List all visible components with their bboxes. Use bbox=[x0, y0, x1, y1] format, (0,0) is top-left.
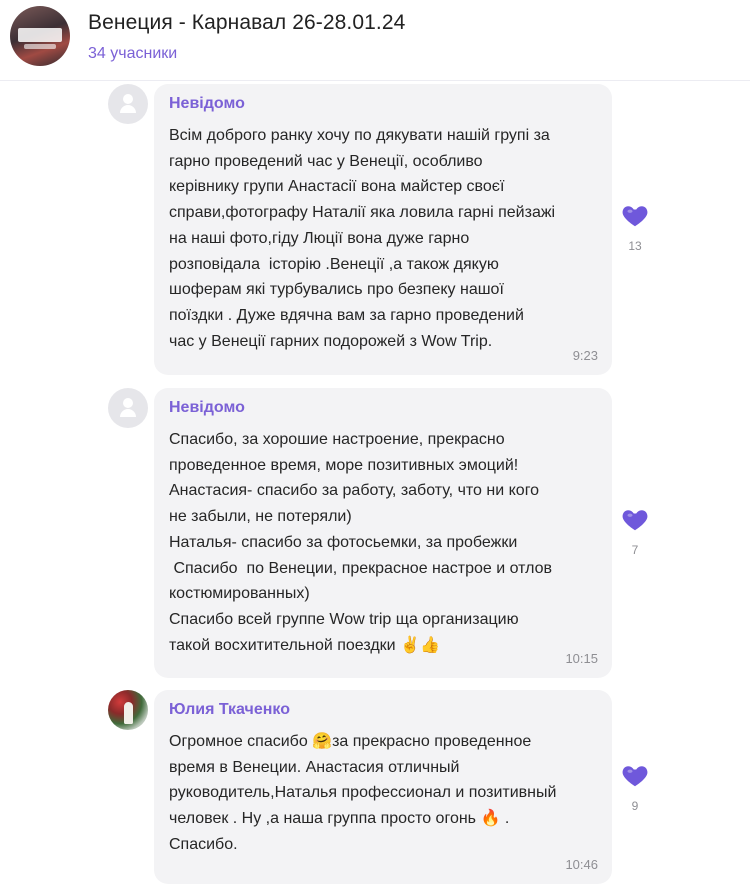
reaction[interactable]: 9 bbox=[620, 760, 650, 813]
reaction[interactable]: 7 bbox=[620, 504, 650, 557]
chat-header: Венеция - Карнавал 26-28.01.24 34 учасни… bbox=[0, 0, 750, 81]
message-text: Огромное спасибо 🤗за прекрасно проведенн… bbox=[169, 733, 557, 853]
reaction-count: 7 bbox=[631, 543, 639, 557]
message-author[interactable]: Невідомо bbox=[169, 399, 245, 417]
message-bubble[interactable]: Юлия Ткаченко Огромное спасибо 🤗за прекр… bbox=[154, 690, 612, 884]
message-author[interactable]: Невідомо bbox=[169, 95, 245, 113]
reaction[interactable]: 13 bbox=[620, 200, 650, 253]
message-time: 10:15 bbox=[565, 651, 598, 666]
message-author[interactable]: Юлия Ткаченко bbox=[169, 701, 290, 719]
avatar[interactable] bbox=[108, 84, 148, 124]
reaction-count: 9 bbox=[631, 799, 639, 813]
message-text: Всім доброго ранку хочу по дякувати наші… bbox=[169, 127, 556, 350]
message-text: Спасибо, за хорошие настроение, прекрасн… bbox=[169, 431, 553, 654]
group-avatar[interactable] bbox=[10, 6, 70, 66]
message-time: 10:46 bbox=[565, 857, 598, 872]
group-title[interactable]: Венеция - Карнавал 26-28.01.24 bbox=[88, 11, 405, 35]
message-bubble[interactable]: Невідомо Всім доброго ранку хочу по дяку… bbox=[154, 84, 612, 375]
avatar[interactable] bbox=[108, 690, 148, 730]
message-bubble[interactable]: Невідомо Спасибо, за хорошие настроение,… bbox=[154, 388, 612, 678]
message-time: 9:23 bbox=[572, 348, 598, 363]
avatar[interactable] bbox=[108, 388, 148, 428]
heart-icon[interactable] bbox=[620, 200, 650, 230]
members-count-link[interactable]: 34 учасники bbox=[88, 45, 177, 63]
heart-icon[interactable] bbox=[620, 760, 650, 790]
reaction-count: 13 bbox=[628, 239, 642, 253]
heart-icon[interactable] bbox=[620, 504, 650, 534]
